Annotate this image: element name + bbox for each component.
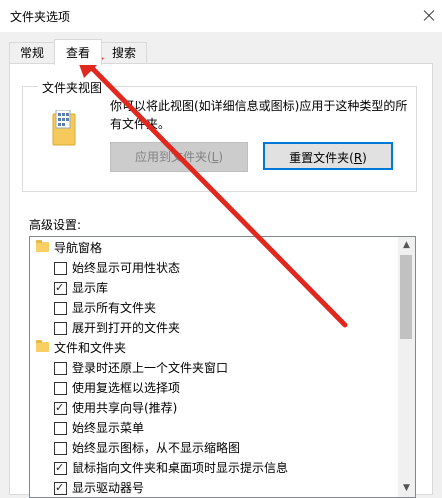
setting-label: 展开到打开的文件夹: [72, 321, 181, 335]
scroll-down-icon[interactable]: ▼: [398, 480, 415, 497]
checkbox-checked[interactable]: [54, 459, 67, 477]
window-title: 文件夹选项: [10, 10, 71, 24]
apply-button-label: 应用到文件夹(: [134, 150, 212, 164]
scroll-thumb[interactable]: [400, 255, 412, 339]
close-icon[interactable]: [412, 0, 442, 32]
advanced-settings-label: 高级设置:: [29, 218, 82, 232]
setting-label: 始终显示图标，从不显示缩略图: [72, 441, 241, 455]
tree-group-label: 文件和文件夹: [54, 341, 127, 355]
setting-label: 使用共享向导(推荐): [72, 401, 178, 415]
tab-view[interactable]: 查看: [54, 39, 102, 65]
checkbox-checked[interactable]: [54, 399, 67, 417]
tab-general[interactable]: 常规: [9, 42, 55, 64]
checkbox-unchecked[interactable]: [54, 322, 67, 335]
setting-label: 显示驱动器号: [72, 481, 145, 495]
checkbox-unchecked[interactable]: [54, 262, 67, 275]
setting-label: 显示所有文件夹: [72, 301, 157, 315]
tab-search[interactable]: 搜索: [101, 42, 147, 64]
checkbox-checked[interactable]: [54, 479, 67, 497]
checkbox-unchecked[interactable]: [54, 442, 67, 455]
folder-icon: [36, 240, 49, 252]
advanced-settings-list[interactable]: 显示驱动器号 鼠标指向文件夹和桌面项时显示提示信息始终显示图标，从不显示缩略图始终…: [29, 236, 416, 498]
apply-button-suffix: ): [218, 150, 224, 164]
tree-group-label: 导航窗格: [54, 241, 103, 255]
setting-label: 鼠标指向文件夹和桌面项时显示提示信息: [72, 461, 289, 475]
checkbox-unchecked[interactable]: [54, 422, 67, 435]
vertical-scrollbar[interactable]: ▲ ▼: [398, 237, 415, 497]
folder-icon: [36, 340, 49, 352]
checkbox-unchecked[interactable]: [54, 302, 67, 315]
setting-label: 始终显示菜单: [72, 421, 145, 435]
checkbox-unchecked[interactable]: [54, 382, 67, 395]
reset-button-suffix: ): [362, 151, 367, 165]
setting-label: 显示库: [72, 281, 109, 295]
folder-view-description: 你可以将此视图(如详细信息或图标)应用于这种类型的所有文件夹。: [110, 99, 408, 131]
scroll-up-icon[interactable]: ▲: [398, 237, 415, 254]
apply-to-folders-button[interactable]: 应用到文件夹(L): [110, 142, 248, 172]
checkbox-checked[interactable]: [54, 279, 67, 297]
reset-button-hotkey: R: [353, 151, 363, 165]
folder-view-title: 文件夹视图: [38, 79, 107, 96]
setting-label: 始终显示可用性状态: [72, 261, 181, 275]
title-bar: 文件夹选项: [0, 0, 442, 32]
folder-view-icon: [52, 110, 76, 146]
setting-label: 登录时还原上一个文件夹窗口: [72, 361, 229, 375]
checkbox-unchecked[interactable]: [54, 362, 67, 375]
reset-folders-button[interactable]: 重置文件夹(R): [263, 142, 393, 170]
reset-button-label: 重置文件夹(: [289, 151, 354, 165]
setting-label: 使用复选框以选择项: [72, 381, 181, 395]
